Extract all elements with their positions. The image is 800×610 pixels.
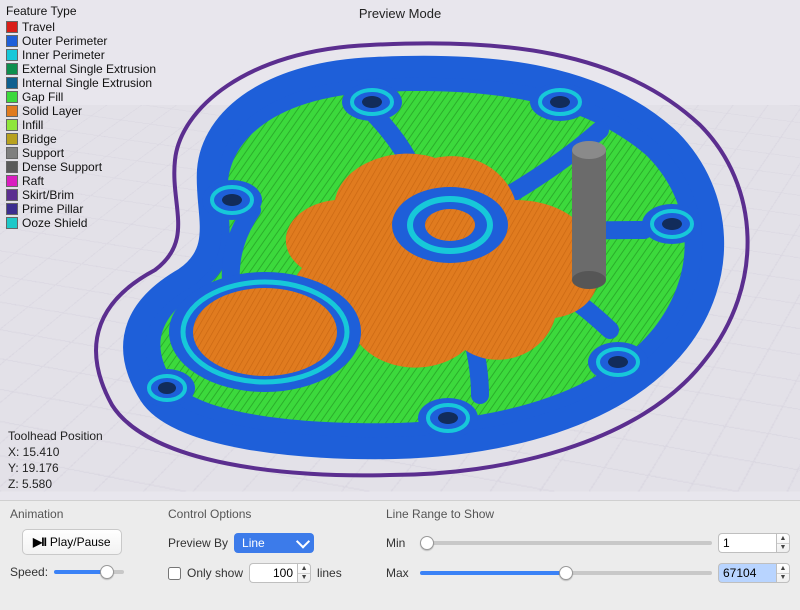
legend-swatch [6,203,18,215]
legend-label: Bridge [22,132,57,146]
preview-viewport[interactable]: Preview Mode Feature Type TravelOuter Pe… [0,0,800,500]
legend-item: Solid Layer [6,104,156,118]
legend-swatch [6,21,18,33]
legend-item: External Single Extrusion [6,62,156,76]
legend-label: Solid Layer [22,104,82,118]
legend-swatch [6,189,18,201]
legend-item: Support [6,146,156,160]
max-value[interactable] [718,563,776,583]
legend-label: Skirt/Brim [22,188,74,202]
legend-swatch [6,133,18,145]
legend-swatch [6,91,18,103]
toolhead-position: Toolhead Position X: 15.410 Y: 19.176 Z:… [8,428,103,492]
legend-swatch [6,119,18,131]
legend-title: Feature Type [6,4,156,18]
legend-label: External Single Extrusion [22,62,156,76]
legend-swatch [6,63,18,75]
legend-label: Internal Single Extrusion [22,76,152,90]
legend-item: Infill [6,118,156,132]
control-options-group: Control Options Preview By Line Only sho… [168,507,368,600]
max-stepper[interactable]: ▲▼ [776,563,790,583]
legend-label: Prime Pillar [22,202,83,216]
only-show-suffix: lines [317,566,342,580]
line-range-title: Line Range to Show [386,507,790,521]
min-slider[interactable] [420,541,712,545]
line-range-group: Line Range to Show Min ▲▼ Max ▲▼ [386,507,790,600]
min-stepper[interactable]: ▲▼ [776,533,790,553]
toolhead-z: Z: 5.580 [8,476,103,492]
toolhead-title: Toolhead Position [8,428,103,444]
legend-swatch [6,105,18,117]
legend-item: Dense Support [6,160,156,174]
only-show-label: Only show [187,566,243,580]
speed-slider[interactable] [54,570,124,574]
legend-label: Support [22,146,64,160]
play-pause-icon: ▶II [33,535,46,549]
legend-swatch [6,175,18,187]
legend-item: Prime Pillar [6,202,156,216]
legend-item: Skirt/Brim [6,188,156,202]
animation-group: Animation ▶II Play/Pause Speed: [10,507,150,600]
legend-swatch [6,49,18,61]
only-show-stepper[interactable]: ▲▼ [297,563,311,583]
legend-swatch [6,77,18,89]
legend-item: Inner Perimeter [6,48,156,62]
play-pause-button[interactable]: ▶II Play/Pause [22,529,122,555]
controls-bar: Animation ▶II Play/Pause Speed: Control … [0,500,800,610]
legend-label: Infill [22,118,43,132]
legend-swatch [6,217,18,229]
legend-label: Gap Fill [22,90,63,104]
only-show-value[interactable] [249,563,297,583]
legend-label: Travel [22,20,55,34]
play-pause-label: Play/Pause [50,535,111,549]
legend-item: Raft [6,174,156,188]
max-slider[interactable] [420,571,712,575]
legend-label: Raft [22,174,44,188]
toolhead-x: X: 15.410 [8,444,103,460]
legend-swatch [6,35,18,47]
min-label: Min [386,536,414,550]
legend-item: Ooze Shield [6,216,156,230]
animation-title: Animation [10,507,150,521]
legend-item: Outer Perimeter [6,34,156,48]
legend-item: Internal Single Extrusion [6,76,156,90]
toolhead-y: Y: 19.176 [8,460,103,476]
feature-type-legend: Feature Type TravelOuter PerimeterInner … [6,4,156,230]
preview-by-label: Preview By [168,536,228,550]
legend-swatch [6,147,18,159]
speed-label: Speed: [10,565,48,579]
legend-swatch [6,161,18,173]
legend-item: Bridge [6,132,156,146]
legend-label: Dense Support [22,160,102,174]
legend-item: Gap Fill [6,90,156,104]
legend-label: Inner Perimeter [22,48,105,62]
legend-label: Ooze Shield [22,216,87,230]
min-value[interactable] [718,533,776,553]
legend-item: Travel [6,20,156,34]
max-label: Max [386,566,414,580]
legend-label: Outer Perimeter [22,34,107,48]
preview-by-select[interactable]: Line [234,533,314,553]
control-options-title: Control Options [168,507,368,521]
only-show-checkbox[interactable] [168,567,181,580]
